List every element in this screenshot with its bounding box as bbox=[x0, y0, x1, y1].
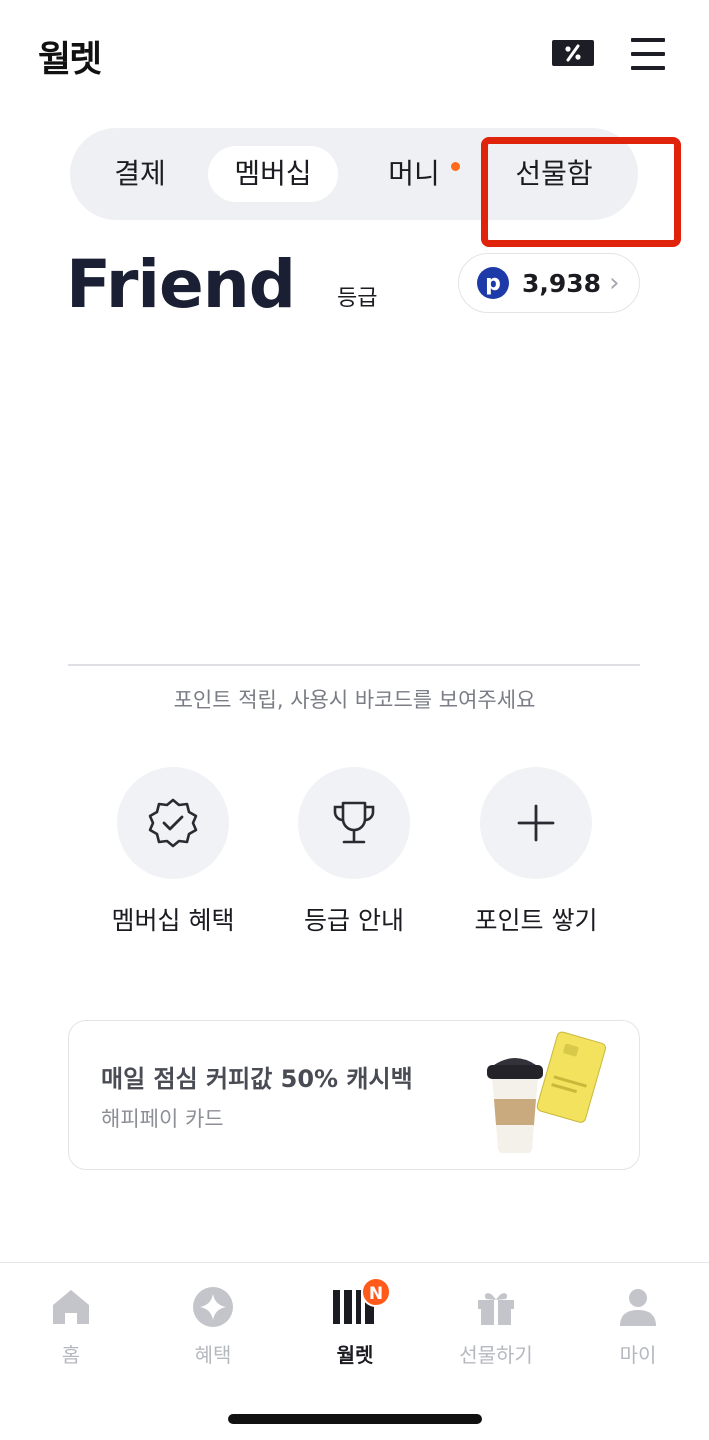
nav-label: 홈 bbox=[61, 1343, 81, 1367]
nav-my[interactable]: 마이 bbox=[588, 1285, 688, 1368]
nav-label: 마이 bbox=[619, 1343, 657, 1367]
points-balance-button[interactable]: p 3,938 › bbox=[458, 253, 640, 313]
plus-icon bbox=[517, 804, 555, 842]
person-icon bbox=[620, 1289, 656, 1326]
tab-money[interactable]: 머니 bbox=[366, 146, 462, 202]
new-badge: N bbox=[361, 1277, 391, 1307]
promo-banner[interactable]: 매일 점심 커피값 50% 캐시백 해피페이 카드 bbox=[68, 1020, 640, 1170]
grade-suffix: 등급 bbox=[337, 286, 378, 311]
nav-home[interactable]: 홈 bbox=[21, 1285, 121, 1368]
grade-guide-button[interactable]: 등급 안내 bbox=[264, 767, 444, 937]
nav-wallet[interactable]: N 월렛 bbox=[305, 1277, 405, 1368]
action-icon-circle bbox=[298, 767, 410, 879]
nav-gift[interactable]: 선물하기 bbox=[446, 1285, 546, 1368]
action-icon-circle bbox=[480, 767, 592, 879]
highlight-annotation-box bbox=[481, 137, 681, 247]
point-coin-icon: p bbox=[477, 267, 509, 299]
divider bbox=[68, 664, 640, 666]
coupon-button[interactable] bbox=[552, 40, 594, 66]
gift-icon bbox=[478, 1293, 514, 1325]
coupon-percent-icon bbox=[565, 44, 581, 62]
action-icon-circle bbox=[117, 767, 229, 879]
sparkle-icon bbox=[193, 1287, 233, 1327]
home-icon bbox=[53, 1290, 89, 1324]
promo-subtitle: 해피페이 카드 bbox=[101, 1107, 224, 1131]
promo-title: 매일 점심 커피값 50% 캐시백 bbox=[101, 1065, 413, 1093]
tab-membership[interactable]: 멤버십 bbox=[208, 146, 338, 202]
home-indicator bbox=[228, 1414, 482, 1424]
membership-benefit-button[interactable]: 멤버십 혜택 bbox=[83, 767, 263, 937]
badge-check-icon bbox=[148, 798, 198, 848]
tab-money-label: 머니 bbox=[388, 157, 440, 190]
nav-benefit[interactable]: 혜택 bbox=[163, 1285, 263, 1368]
coffee-card-illustration bbox=[487, 1031, 607, 1154]
action-label: 포인트 쌓기 bbox=[474, 906, 598, 935]
points-value: 3,938 bbox=[522, 268, 602, 298]
action-label: 멤버십 혜택 bbox=[111, 906, 235, 935]
nav-label: 월렛 bbox=[336, 1343, 374, 1367]
hamburger-menu-icon bbox=[631, 38, 665, 42]
earn-points-button[interactable]: 포인트 쌓기 bbox=[446, 767, 626, 937]
new-dot-indicator bbox=[451, 162, 460, 171]
chevron-right-icon: › bbox=[609, 268, 620, 298]
membership-grade-name: Friend bbox=[66, 246, 296, 323]
action-label: 등급 안내 bbox=[304, 906, 404, 935]
menu-button[interactable] bbox=[631, 38, 665, 70]
barcode-hint-text: 포인트 적립, 사용시 바코드를 보여주세요 bbox=[173, 688, 536, 712]
tab-payment[interactable]: 결제 bbox=[92, 146, 188, 202]
trophy-icon bbox=[333, 801, 375, 844]
nav-label: 혜택 bbox=[194, 1343, 232, 1367]
nav-label: 선물하기 bbox=[459, 1343, 533, 1367]
app-logo: 월렛 bbox=[38, 39, 102, 80]
